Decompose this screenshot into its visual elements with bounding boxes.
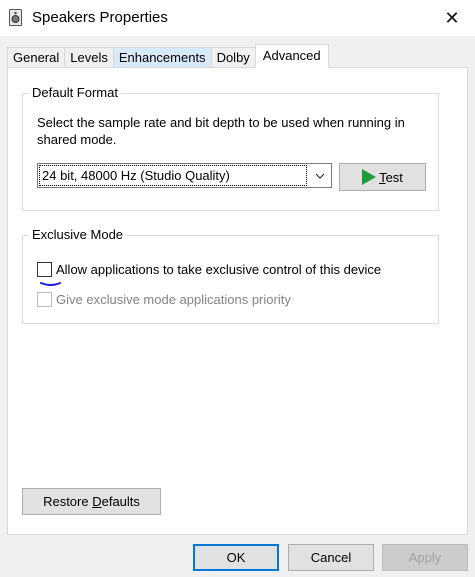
chevron-down-icon <box>315 173 325 179</box>
test-button[interactable]: Test <box>339 163 426 191</box>
speaker-icon <box>9 9 22 26</box>
cancel-button[interactable]: Cancel <box>288 544 374 571</box>
apply-button: Apply <box>382 544 468 571</box>
allow-exclusive-label: Allow applications to take exclusive con… <box>56 262 382 277</box>
window-title: Speakers Properties <box>32 9 168 26</box>
tab-enhancements[interactable]: Enhancements <box>112 47 212 68</box>
format-select[interactable]: 24 bit, 48000 Hz (Studio Quality) <box>37 163 332 188</box>
exclusive-mode-legend: Exclusive Mode <box>29 227 127 243</box>
test-button-label: Test <box>379 169 403 185</box>
play-icon <box>362 169 377 185</box>
default-format-legend: Default Format <box>29 85 121 101</box>
tab-strip: General Levels Enhancements Dolby Advanc… <box>7 44 329 68</box>
exclusive-priority-checkbox <box>37 292 52 307</box>
ok-button[interactable]: OK <box>193 544 279 571</box>
exclusive-priority-row: Give exclusive mode applications priorit… <box>37 292 291 307</box>
default-format-description: Select the sample rate and bit depth to … <box>37 115 405 147</box>
annotation-underline-mark <box>40 282 61 286</box>
title-bar: Speakers Properties ✕ <box>0 0 475 36</box>
allow-exclusive-row[interactable]: Allow applications to take exclusive con… <box>37 262 381 277</box>
tab-general[interactable]: General <box>7 47 66 68</box>
allow-exclusive-checkbox[interactable] <box>37 262 52 277</box>
tab-levels[interactable]: Levels <box>64 47 114 68</box>
format-select-value: 24 bit, 48000 Hz (Studio Quality) <box>39 165 307 186</box>
tab-dolby[interactable]: Dolby <box>210 47 256 68</box>
restore-defaults-button[interactable]: Restore Defaults <box>22 488 161 515</box>
close-icon: ✕ <box>444 7 460 28</box>
exclusive-mode-group: Exclusive Mode Allow applications to tak… <box>22 227 439 324</box>
close-button[interactable]: ✕ <box>429 0 475 36</box>
default-format-group: Default Format Select the sample rate an… <box>22 85 439 211</box>
advanced-tab-panel: Default Format Select the sample rate an… <box>7 67 468 535</box>
tab-advanced[interactable]: Advanced <box>254 44 329 68</box>
exclusive-priority-label: Give exclusive mode applications priorit… <box>56 292 291 307</box>
